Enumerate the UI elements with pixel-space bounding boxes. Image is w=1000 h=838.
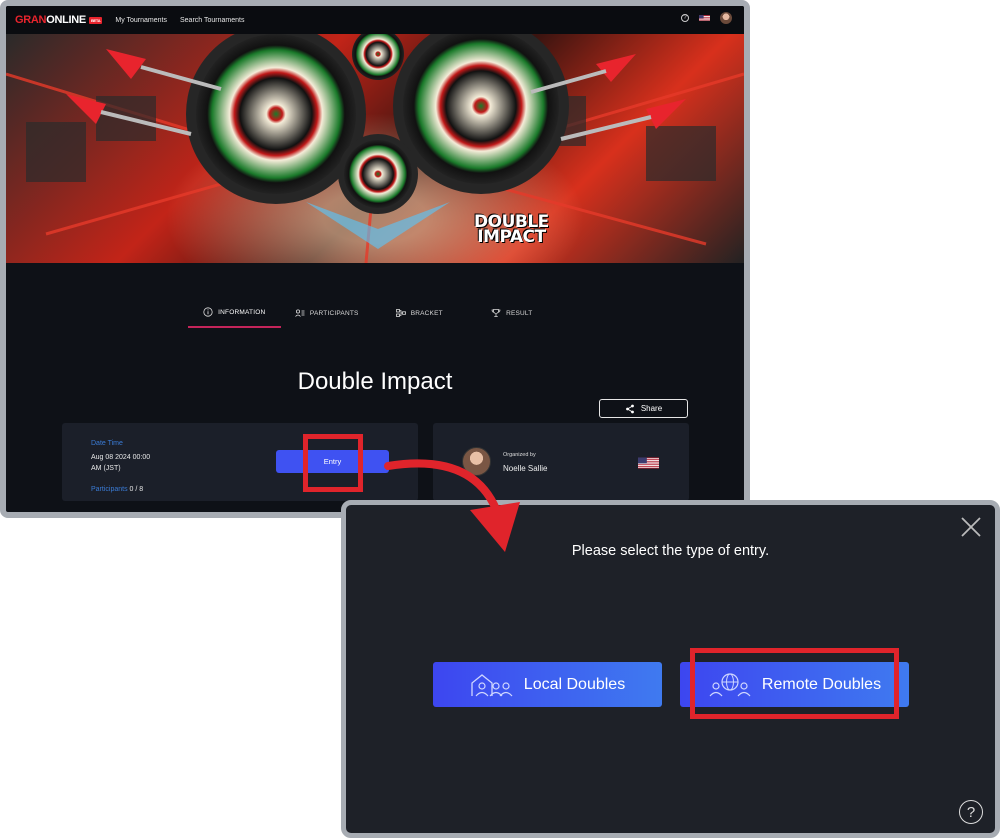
dartboard-artwork	[6, 34, 744, 263]
tab-bracket-label: BRACKET	[410, 309, 443, 317]
nav-link-my-tournaments[interactable]: My Tournaments	[115, 17, 167, 24]
date-time-line2: AM (JST)	[91, 465, 121, 472]
us-flag-icon	[638, 457, 659, 469]
nav-link-search-tournaments[interactable]: Search Tournaments	[180, 17, 244, 24]
date-time-value: Aug 08 2024 00:00 AM (JST)	[91, 452, 150, 474]
user-avatar[interactable]	[720, 12, 732, 24]
bracket-icon	[395, 309, 406, 317]
tournament-title: Double Impact	[297, 368, 453, 395]
date-time-line1: Aug 08 2024 00:00	[91, 454, 151, 461]
participants-label: Participants	[91, 486, 128, 493]
participants-value: 0 / 8	[129, 486, 144, 493]
local-doubles-button[interactable]: Local Doubles	[433, 662, 662, 707]
tab-information[interactable]: INFORMATION	[188, 298, 281, 328]
tournament-tabs: INFORMATION PARTICIPANTS BRACKET RESULT	[188, 298, 558, 328]
banner-title-text: DOUBLE IMPACT	[474, 214, 549, 247]
help-icon[interactable]: ?	[959, 800, 983, 824]
entry-highlight-box	[303, 434, 363, 492]
tab-participants[interactable]: PARTICIPANTS	[281, 298, 374, 328]
tournament-banner-image: DOUBLE IMPACT	[6, 34, 744, 263]
tab-result[interactable]: RESULT	[466, 298, 559, 328]
local-doubles-label: Local Doubles	[523, 675, 626, 693]
tab-information-label: INFORMATION	[218, 308, 266, 316]
us-flag-icon[interactable]	[699, 14, 710, 22]
banner-title-line2: IMPACT	[477, 227, 546, 247]
participants-count: Participants 0 / 8	[91, 484, 143, 495]
red-arrow-annotation	[384, 459, 520, 552]
share-button-label: Share	[640, 404, 663, 413]
logo-text-online: ONLINE	[46, 14, 86, 26]
gran-online-logo[interactable]: GRAN ONLINE BETA	[15, 14, 103, 26]
date-time-label: Date Time	[91, 440, 123, 447]
tab-result-label: RESULT	[506, 309, 533, 317]
local-doubles-icon	[471, 673, 513, 696]
tournament-page-screenshot: GRAN ONLINE BETA My Tournaments Search To…	[0, 0, 750, 518]
trophy-icon	[491, 309, 501, 317]
close-icon[interactable]	[959, 515, 983, 539]
beta-badge: BETA	[88, 16, 103, 24]
tab-bracket[interactable]: BRACKET	[373, 298, 466, 328]
participants-icon	[295, 309, 305, 317]
share-icon	[625, 404, 634, 413]
help-icon[interactable]: ?	[681, 14, 689, 22]
logo-text-gran: GRAN	[15, 14, 47, 26]
top-navigation-bar: GRAN ONLINE BETA My Tournaments Search To…	[6, 6, 744, 34]
tab-participants-label: PARTICIPANTS	[309, 309, 359, 317]
info-icon	[203, 307, 213, 317]
remote-doubles-highlight-box	[690, 648, 899, 719]
share-button[interactable]: Share	[599, 399, 688, 418]
